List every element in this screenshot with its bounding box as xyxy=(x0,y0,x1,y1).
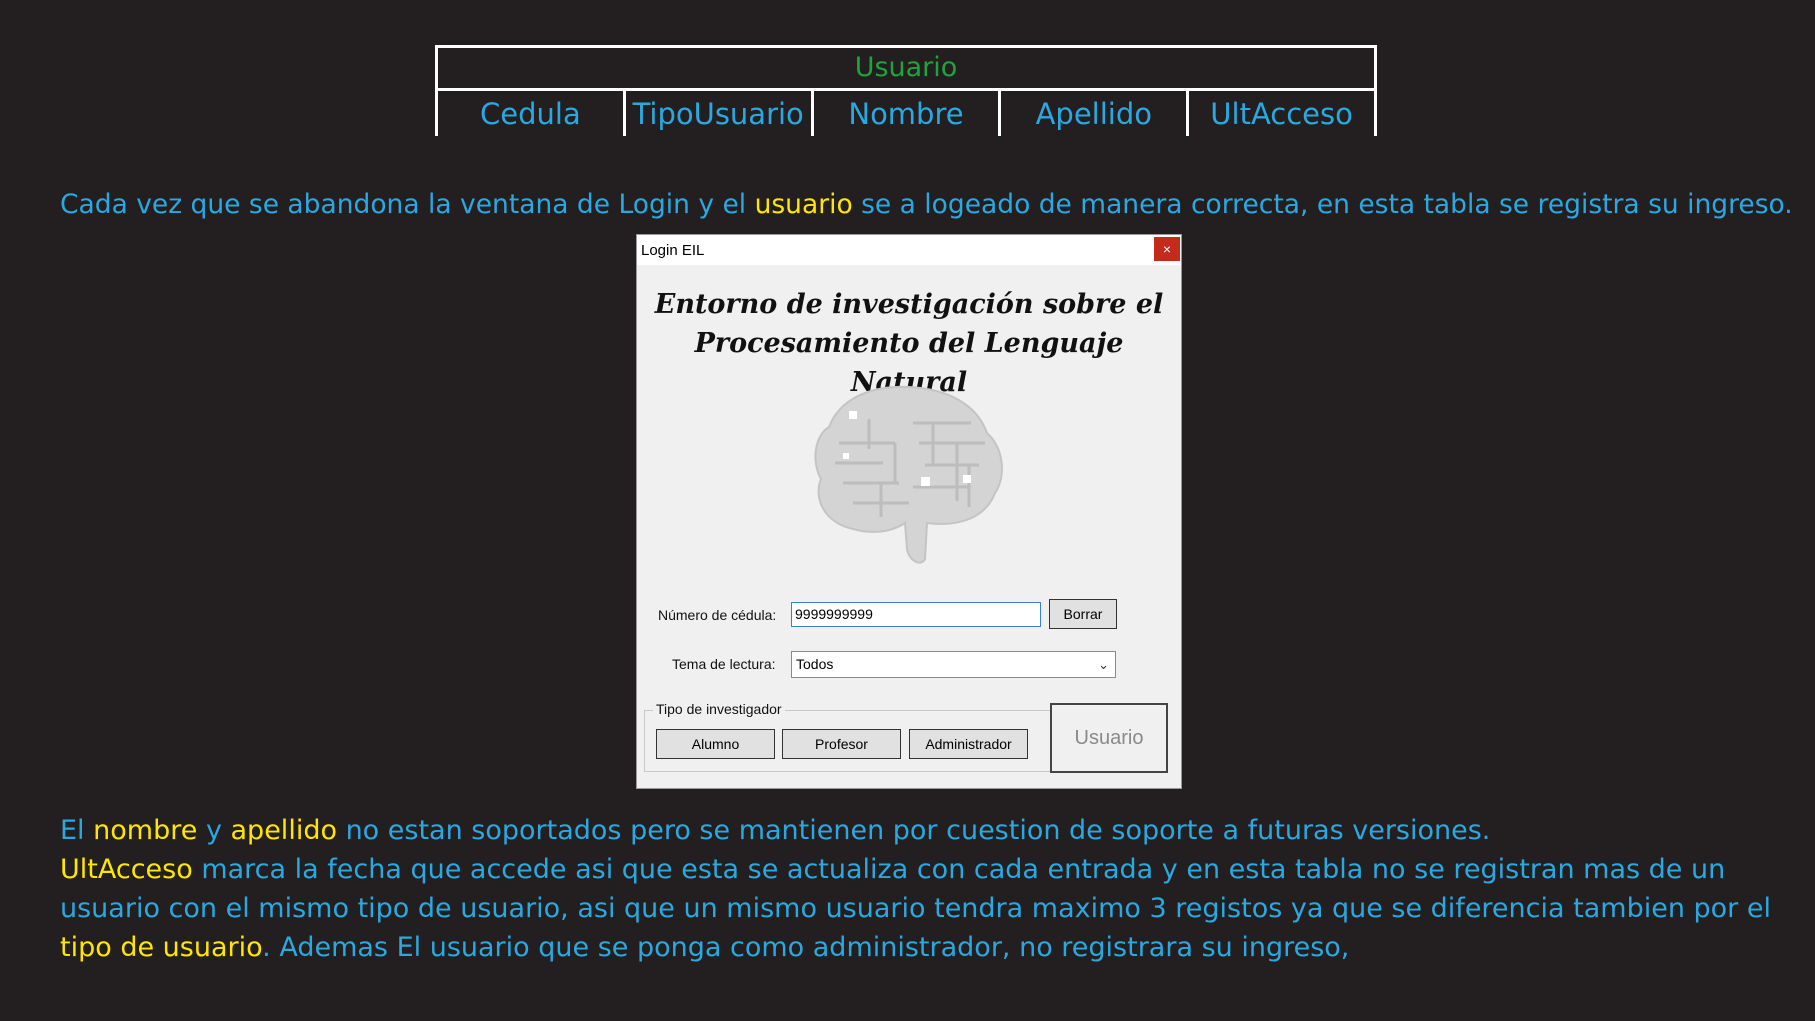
tema-select-value: Todos xyxy=(796,656,834,672)
para2-text-3: no estan soportados pero se mantienen po… xyxy=(336,815,1491,846)
description-paragraph-login: Cada vez que se abandona la ventana de L… xyxy=(60,185,1793,224)
tema-label: Tema de lectura: xyxy=(672,656,776,672)
login-window: Login EIL × Entorno de investigación sob… xyxy=(636,234,1182,789)
para2-text-4: marca la fecha que accede asi que esta s… xyxy=(60,854,1771,924)
schema-column-nombre: Nombre xyxy=(810,91,999,136)
alumno-button[interactable]: Alumno xyxy=(656,729,775,759)
window-titlebar: Login EIL × xyxy=(637,235,1181,265)
para2-highlight-nombre: nombre xyxy=(93,815,198,846)
schema-columns-row: Cedula TipoUsuario Nombre Apellido UltAc… xyxy=(435,91,1377,136)
schema-column-apellido: Apellido xyxy=(998,91,1186,136)
usuario-schema-table: Usuario Cedula TipoUsuario Nombre Apelli… xyxy=(435,45,1377,136)
borrar-button[interactable]: Borrar xyxy=(1049,599,1117,629)
window-title: Login EIL xyxy=(641,242,705,259)
profesor-button[interactable]: Profesor xyxy=(782,729,901,759)
administrador-button[interactable]: Administrador xyxy=(909,729,1028,759)
schema-table-title: Usuario xyxy=(435,48,1377,91)
para1-highlight-usuario: usuario xyxy=(754,189,853,220)
usuario-button[interactable]: Usuario xyxy=(1050,703,1168,773)
cedula-label: Número de cédula: xyxy=(658,607,777,623)
chevron-down-icon: ⌄ xyxy=(1098,657,1109,672)
para2-highlight-tipo-usuario: tipo de usuario xyxy=(60,932,263,963)
schema-column-ultacceso: UltAcceso xyxy=(1186,91,1377,136)
tema-select[interactable]: Todos ⌄ xyxy=(791,651,1116,678)
para2-highlight-ultacceso: UltAcceso xyxy=(60,854,193,885)
description-paragraph-notes: El nombre y apellido no estan soportados… xyxy=(60,811,1775,967)
para2-text-5: . Ademas El usuario que se ponga como ad… xyxy=(262,932,1350,963)
para2-text-2: y xyxy=(197,815,231,846)
para1-text-before: Cada vez que se abandona la ventana de L… xyxy=(60,189,755,220)
para2-text-1: El xyxy=(60,815,94,846)
cedula-input[interactable]: 9999999999 xyxy=(791,602,1041,627)
tipo-investigador-legend: Tipo de investigador xyxy=(653,701,785,717)
para2-highlight-apellido: apellido xyxy=(230,815,337,846)
close-icon[interactable]: × xyxy=(1154,237,1180,261)
schema-column-tipousuario: TipoUsuario xyxy=(622,91,811,136)
app-heading-line1: Entorno de investigación sobre el xyxy=(654,289,1164,320)
para1-text-after: se a logeado de manera correcta, en esta… xyxy=(852,189,1793,220)
brain-circuit-icon xyxy=(814,385,1003,564)
schema-column-cedula: Cedula xyxy=(435,91,623,136)
